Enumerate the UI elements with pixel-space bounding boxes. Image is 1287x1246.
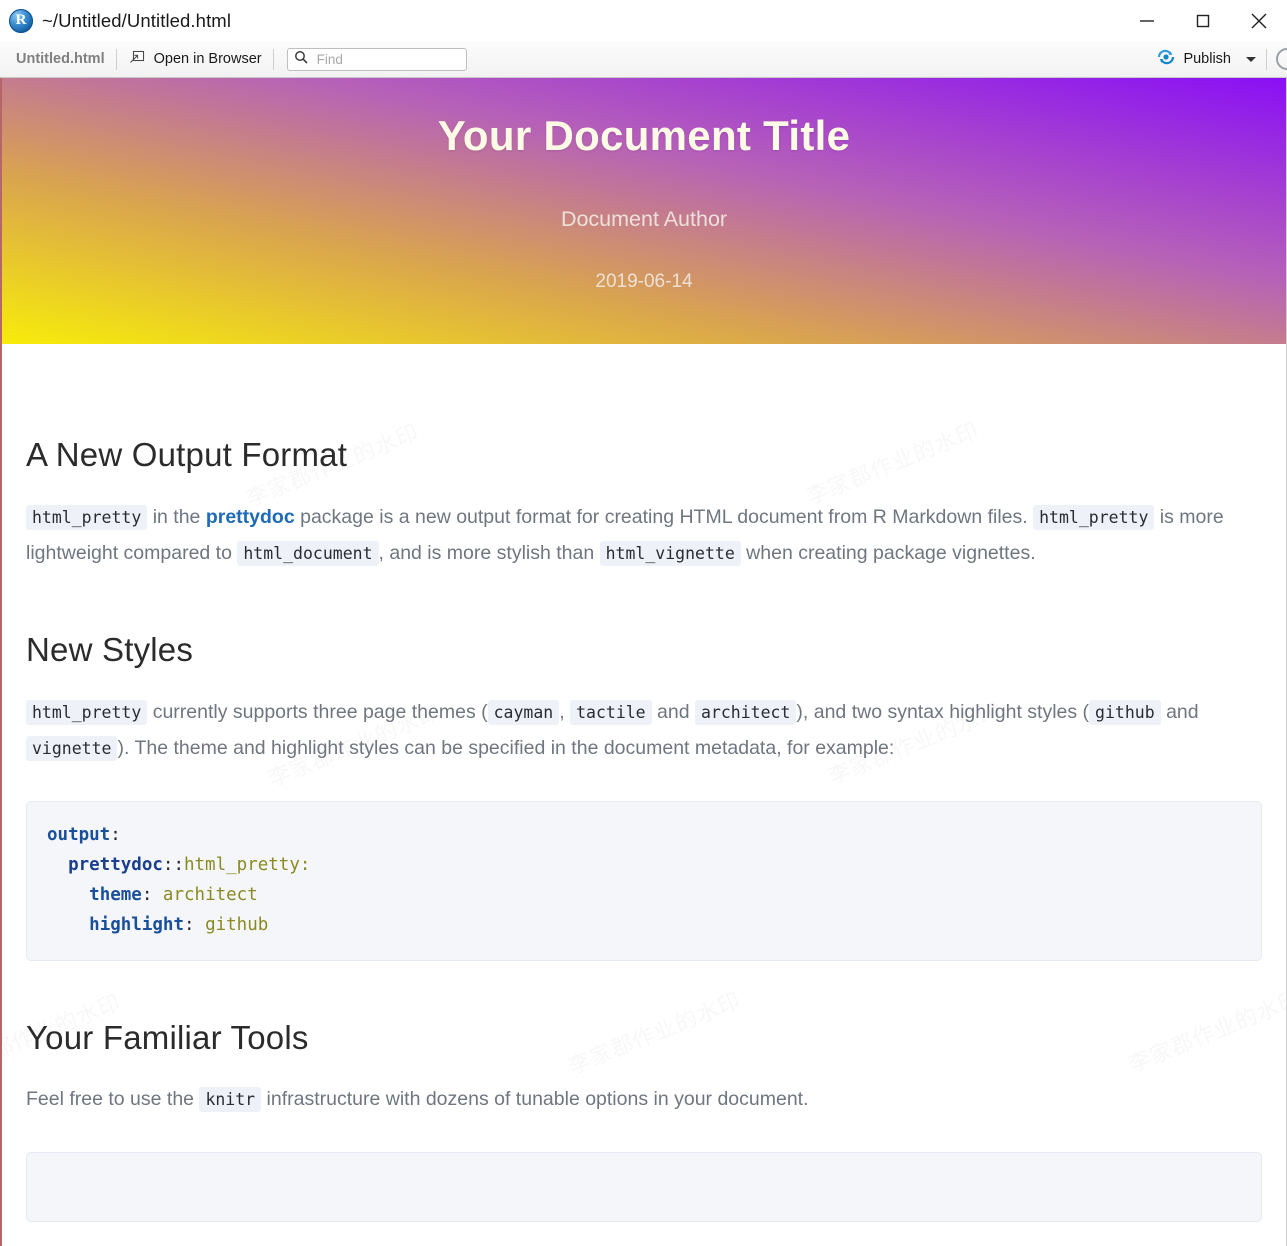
section-paragraph: Feel free to use the knitr infrastructur… [26,1057,1231,1118]
toolbar-filename: Untitled.html [16,51,105,67]
window-title: ~/Untitled/Untitled.html [42,9,232,31]
chevron-down-icon[interactable] [1246,56,1256,62]
toolbar-separator-2 [272,48,274,70]
viewer-toolbar: Untitled.html Open in Browser Find Publi… [0,41,1287,78]
toolbar-right-group: Publish [1156,41,1287,77]
inline-code: knitr [199,1087,262,1113]
paragraph-text: Feel free to use the [26,1088,200,1111]
titlebar-left: R ~/Untitled/Untitled.html [0,8,232,33]
paragraph-text: currently supports three page themes ( [147,701,488,724]
code-block-truncated[interactable] [26,1151,1262,1222]
publish-button[interactable]: Publish [1156,48,1256,70]
code-token: :: [162,854,184,875]
open-in-browser-label: Open in Browser [153,51,262,67]
document-date: 2019-06-14 [595,271,693,292]
inline-code: html_vignette [599,540,741,566]
code-token: prettydoc [68,854,163,875]
publish-icon [1156,48,1176,70]
r-logo-icon: R [9,8,33,33]
minimize-button[interactable] [1119,0,1175,41]
paragraph-text: package is a new output format for creat… [294,506,1034,528]
yaml-code-block[interactable]: output: prettydoc::html_pretty: theme: a… [26,800,1262,962]
package-link[interactable]: prettydoc [206,506,295,528]
open-external-icon [128,48,146,70]
paragraph-text: infrastructure with dozens of tunable op… [261,1088,809,1111]
toolbar-separator-3 [1266,48,1267,70]
paragraph-text: when creating package vignettes. [740,541,1036,564]
paragraph-text: ). The theme and highlight styles can be… [117,737,895,760]
document-banner: Your Document Title Document Author 2019… [2,78,1286,344]
document-title: Your Document Title [437,112,851,159]
inline-code: vignette [26,736,118,762]
code-token: architect [162,884,258,905]
gear-icon[interactable] [1276,48,1287,70]
window-controls [1119,0,1287,41]
inline-code: tactile [570,700,652,726]
close-button[interactable] [1231,0,1287,41]
paragraph-text: and [651,701,695,724]
paragraph-text: ), and two syntax highlight styles ( [796,701,1090,724]
document-author: Document Author [560,207,728,231]
maximize-button[interactable] [1175,0,1231,41]
paragraph-text: in the [147,506,206,528]
window-titlebar: R ~/Untitled/Untitled.html [0,0,1287,41]
publish-label: Publish [1183,51,1231,67]
code-token: html_pretty: [183,854,311,875]
code-token: : [110,824,121,845]
toolbar-separator-1 [115,48,117,70]
code-token: theme [89,884,142,905]
rstudio-viewer-window: R ~/Untitled/Untitled.html Untitled.html… [0,0,1287,1246]
document-viewport[interactable]: Your Document Title Document Author 2019… [0,78,1287,1246]
search-icon [294,50,308,69]
section-heading: New Styles [26,631,194,669]
close-icon [1247,9,1271,33]
find-box[interactable] [286,47,467,71]
inline-code: html_document [237,540,379,566]
minimize-icon [1136,10,1158,32]
inline-code: html_pretty [26,700,148,726]
paragraph-text: , and is more stylish than [378,541,600,564]
inline-code: html_pretty [26,505,148,530]
code-token: : [141,884,163,905]
find-input[interactable] [314,50,460,68]
paragraph-text: and [1160,701,1199,724]
section-paragraph: html_pretty in the prettydoc package is … [26,474,1231,571]
inline-code: architect [695,700,797,726]
open-in-browser-button[interactable]: Open in Browser [128,48,262,70]
inline-code: html_pretty [1033,505,1155,530]
code-token: : [183,914,206,935]
code-token: github [205,914,269,935]
inline-code: cayman [487,700,560,726]
maximize-icon [1192,10,1214,32]
document-content: A New Output Format html_pretty in the p… [2,344,1286,1222]
code-token: highlight [89,914,184,935]
section-paragraph: html_pretty currently supports three pag… [26,669,1231,766]
inline-code: github [1089,700,1161,726]
section-heading: Your Familiar Tools [26,1019,309,1057]
document-title-wrap: Your Document Title [438,78,851,160]
code-token: output [47,824,111,845]
section-heading: A New Output Format [26,436,348,473]
paragraph-text: , [559,701,571,724]
